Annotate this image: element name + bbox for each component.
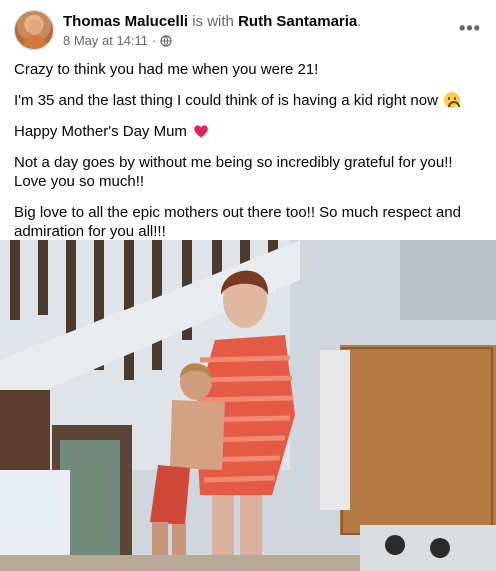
post-header: Thomas Malucelli is with Ruth Santamaria… [14,10,482,52]
author-line: Thomas Malucelli is with Ruth Santamaria… [63,13,361,31]
tagged-person[interactable]: Ruth Santamaria [238,13,357,30]
post-line-3: Happy Mother's Day Mum [14,123,187,140]
avatar-head [28,19,42,35]
upside-down-face-emoji [444,92,461,108]
avatar-body [23,35,47,49]
post-line-3-wrap: Happy Mother's Day Mum [14,122,484,141]
photo-illustration [0,240,496,571]
tagged-suffix: . [357,13,362,30]
post-line-5: Big love to all the epic mothers out the… [14,204,461,240]
author-name[interactable]: Thomas Malucelli [63,13,188,30]
post-line-4: Not a day goes by without me being so in… [14,154,453,190]
globe-icon[interactable] [160,35,172,47]
post-photo[interactable] [0,240,496,571]
post-line-2: I'm 35 and the last thing I could think … [14,92,438,109]
with-text: is with [192,13,234,30]
red-heart-emoji [194,125,208,138]
meta-separator: · [152,33,157,48]
post-line-2-wrap: I'm 35 and the last thing I could think … [14,91,484,110]
author-avatar[interactable] [14,10,54,50]
post-meta: 8 May at 14:11 · [63,33,172,49]
post-timestamp[interactable]: 8 May at 14:11 [63,33,148,49]
more-options-icon[interactable]: ••• [458,16,482,40]
post-line-1: Crazy to think you had me when you were … [14,61,319,78]
post-text: Crazy to think you had me when you were … [14,60,484,253]
